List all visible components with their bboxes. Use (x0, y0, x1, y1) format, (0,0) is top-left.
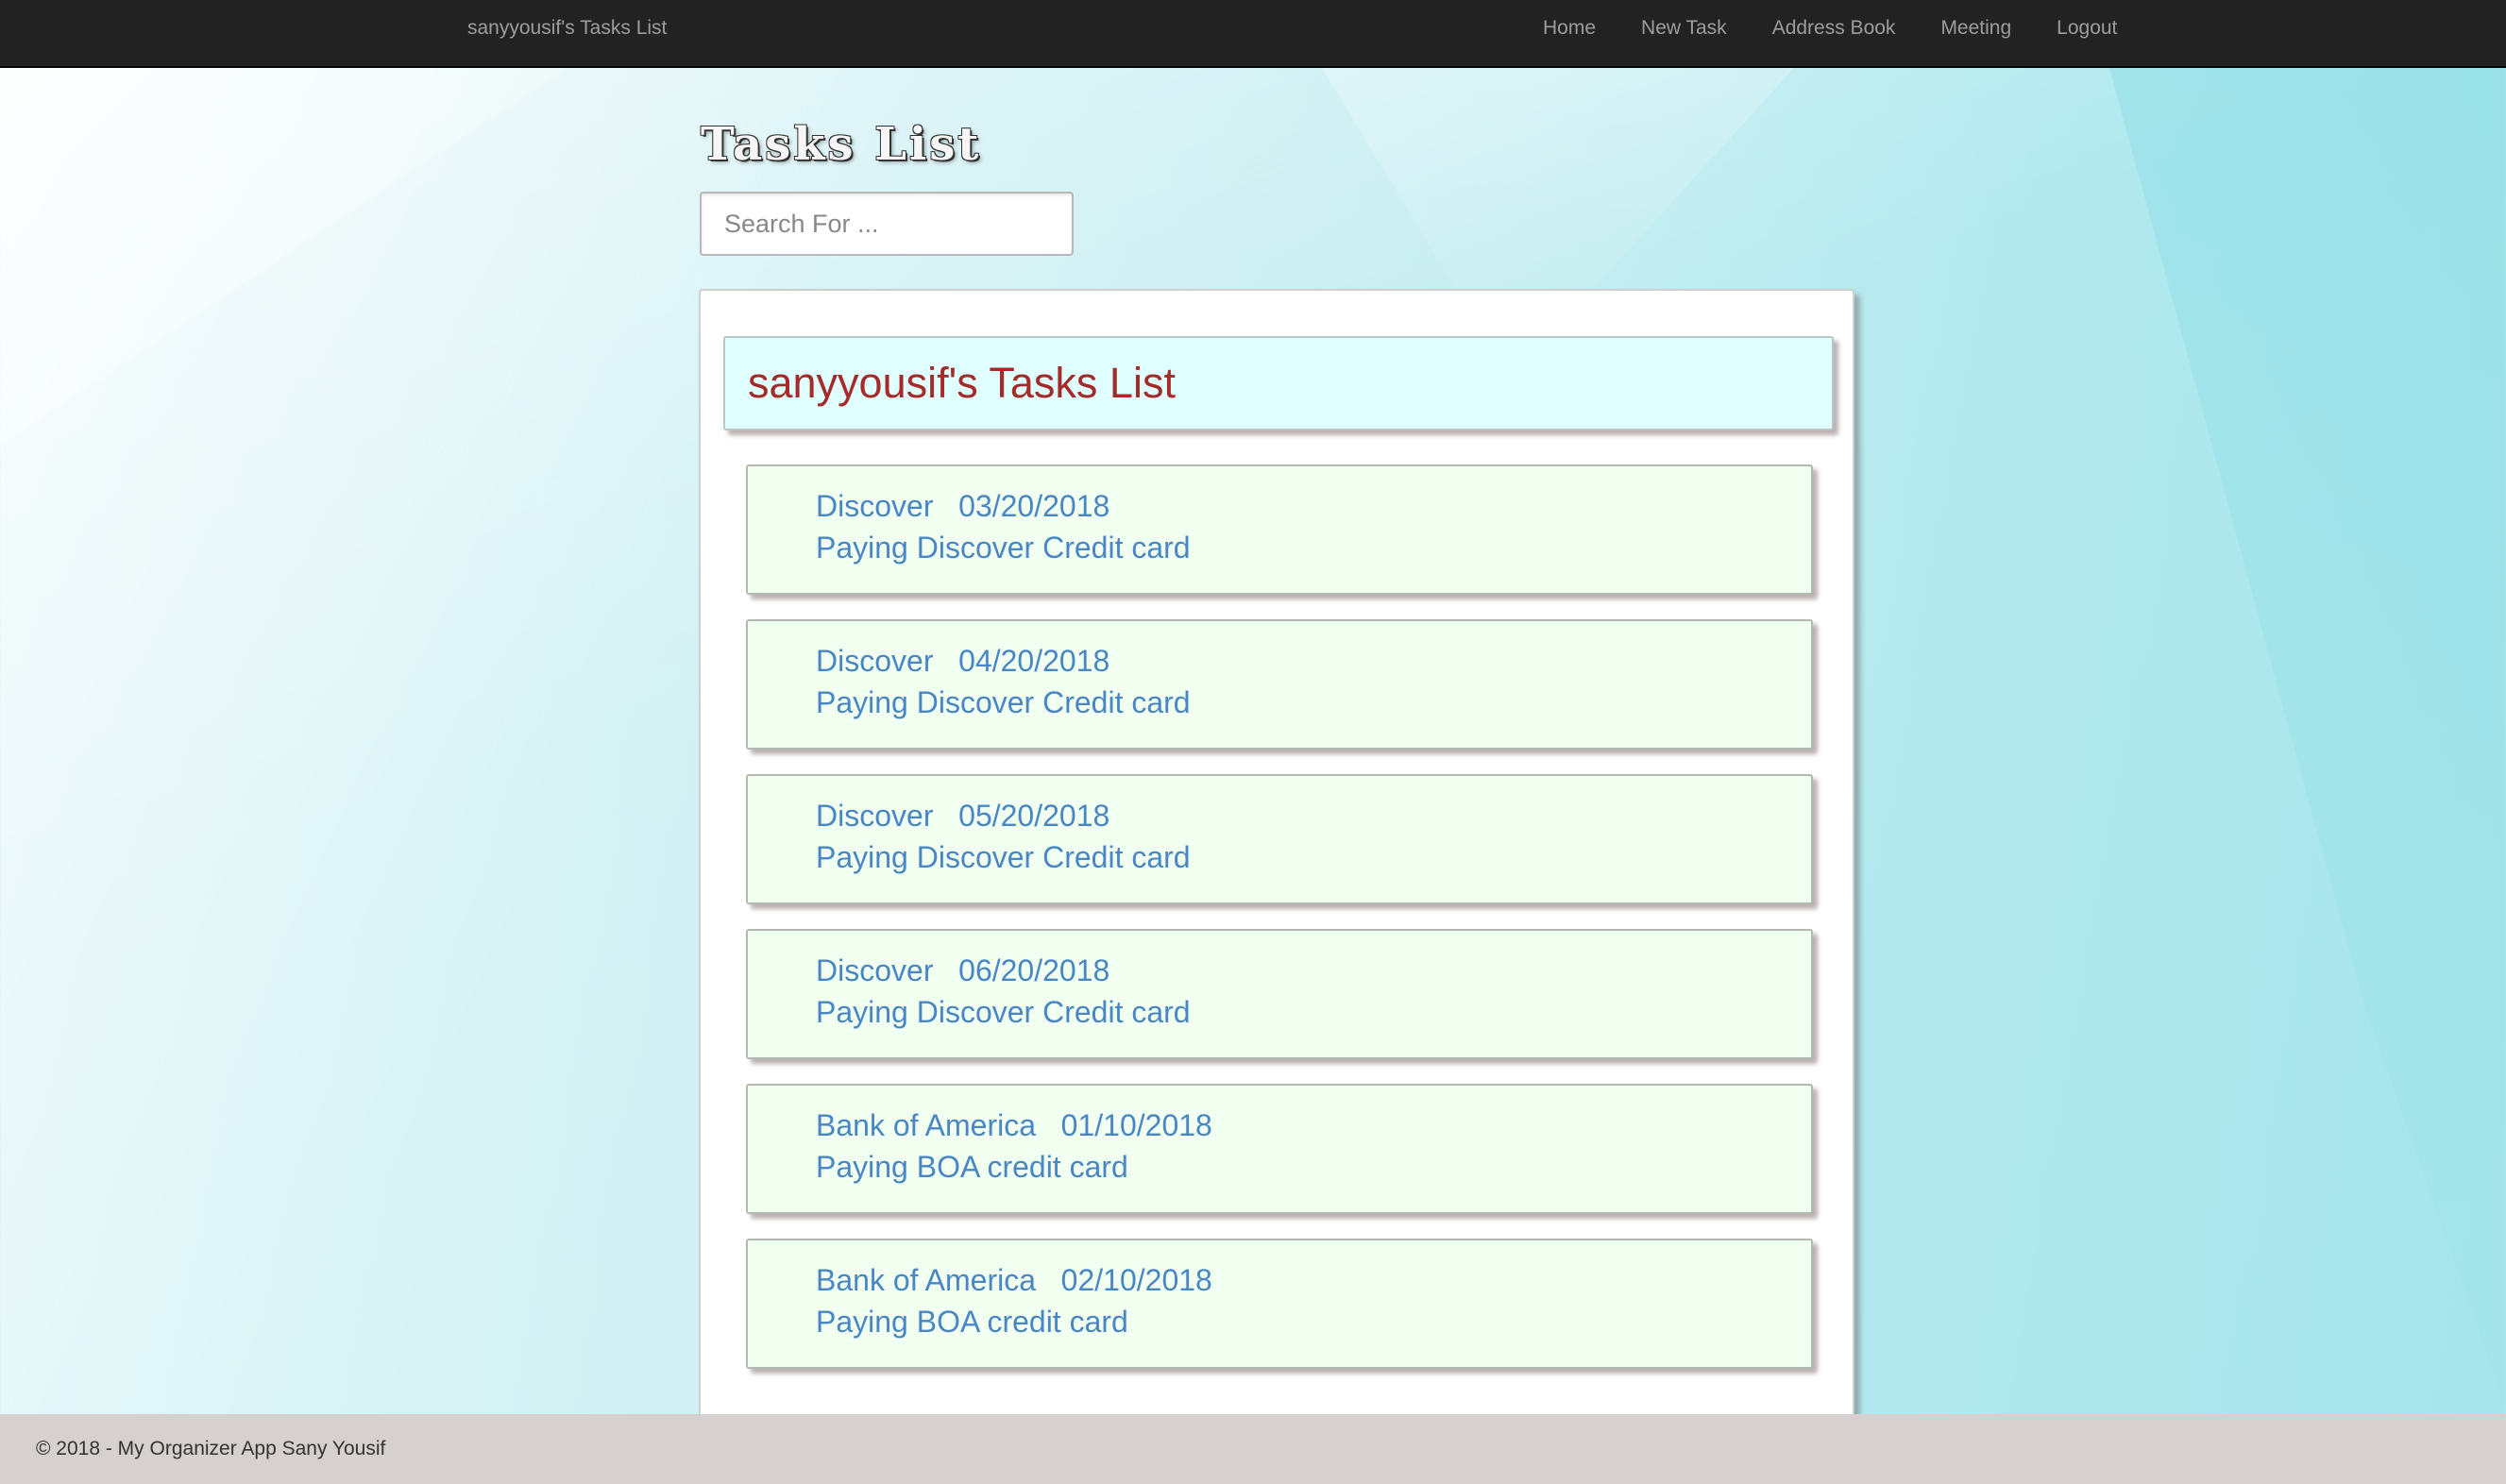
task-item[interactable]: Bank of America 01/10/2018 Paying BOA cre… (746, 1084, 1813, 1214)
tasks-panel: sanyyousif's Tasks List Discover 03/20/2… (699, 289, 1854, 1484)
nav-link-home[interactable]: Home (1520, 0, 1618, 57)
task-date: 01/10/2018 (1060, 1108, 1212, 1142)
task-item[interactable]: Discover 04/20/2018 Paying Discover Credi… (746, 619, 1813, 750)
task-name: Discover (816, 644, 934, 678)
navbar-brand[interactable]: sanyyousif's Tasks List (467, 0, 667, 57)
nav-link-address-book[interactable]: Address Book (1750, 0, 1919, 57)
task-date: 04/20/2018 (958, 644, 1110, 678)
task-item[interactable]: Discover 05/20/2018 Paying Discover Credi… (746, 774, 1813, 904)
task-date: 05/20/2018 (958, 799, 1110, 833)
footer-copyright: © 2018 - My Organizer App Sany Yousif (36, 1438, 386, 1459)
search-input[interactable] (700, 192, 1074, 256)
task-name: Bank of America (816, 1108, 1036, 1142)
task-title: Discover 03/20/2018 (816, 489, 1109, 524)
page-title: Tasks List (701, 118, 982, 171)
panel-header-title: sanyyousif's Tasks List (748, 359, 1176, 407)
task-date: 06/20/2018 (958, 953, 1110, 987)
nav-links: Home New Task Address Book Meeting Logou… (1520, 0, 2140, 57)
task-name: Discover (816, 799, 934, 833)
task-item[interactable]: Discover 03/20/2018 Paying Discover Credi… (746, 464, 1813, 595)
task-title: Discover 04/20/2018 (816, 644, 1109, 679)
background-shape (0, 68, 567, 446)
task-name: Discover (816, 489, 934, 523)
task-date: 02/10/2018 (1060, 1263, 1212, 1297)
nav-link-meeting[interactable]: Meeting (1918, 0, 2034, 57)
nav-link-new-task[interactable]: New Task (1618, 0, 1750, 57)
task-date: 03/20/2018 (958, 489, 1110, 523)
task-description: Paying Discover Credit card (816, 531, 1191, 565)
nav-link-logout[interactable]: Logout (2034, 0, 2140, 57)
task-description: Paying Discover Credit card (816, 995, 1191, 1029)
task-item[interactable]: Discover 06/20/2018 Paying Discover Credi… (746, 929, 1813, 1059)
task-title: Discover 06/20/2018 (816, 953, 1109, 988)
task-description: Paying Discover Credit card (816, 685, 1191, 719)
task-title: Bank of America 01/10/2018 (816, 1108, 1212, 1143)
task-item[interactable]: Bank of America 02/10/2018 Paying BOA cre… (746, 1239, 1813, 1369)
background-shape (2109, 68, 2506, 1408)
footer: © 2018 - My Organizer App Sany Yousif (0, 1414, 2506, 1484)
task-name: Bank of America (816, 1263, 1036, 1297)
task-description: Paying BOA credit card (816, 1150, 1128, 1184)
panel-header: sanyyousif's Tasks List (723, 336, 1834, 430)
task-description: Paying BOA credit card (816, 1305, 1128, 1339)
task-list: Discover 03/20/2018 Paying Discover Credi… (746, 464, 1813, 1393)
task-name: Discover (816, 953, 934, 987)
task-title: Bank of America 02/10/2018 (816, 1263, 1212, 1298)
top-navbar: sanyyousif's Tasks List Home New Task Ad… (0, 0, 2506, 68)
task-title: Discover 05/20/2018 (816, 799, 1109, 834)
task-description: Paying Discover Credit card (816, 840, 1191, 874)
